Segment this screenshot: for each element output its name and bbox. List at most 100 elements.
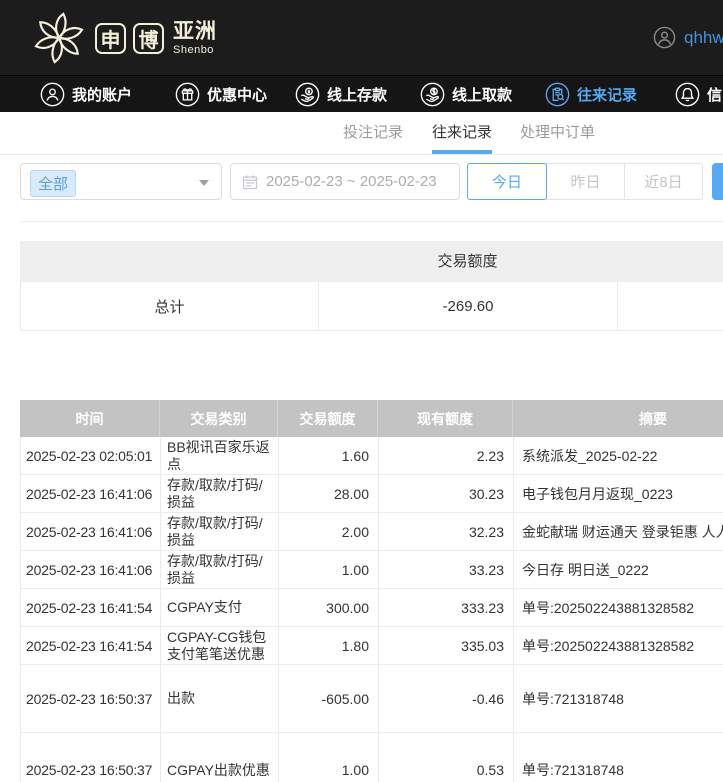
nav-label: 优惠中心: [207, 84, 267, 105]
table-row: 2025-02-23 16:50:37 CGPAY出款优惠 1.00 0.53 …: [20, 733, 723, 782]
cell-time: 2025-02-23 16:41:06: [21, 551, 161, 589]
cell-amount: 1.80: [279, 627, 379, 665]
date-range-input[interactable]: 2025-02-23 ~ 2025-02-23: [230, 163, 460, 200]
user-account[interactable]: qhhw: [653, 0, 723, 75]
active-tab-underline: [432, 150, 492, 154]
table-row: 2025-02-23 16:41:06 存款/取款/打码/损益 2.00 32.…: [20, 513, 723, 551]
type-select-value: 全部: [30, 170, 76, 197]
chevron-down-icon: [199, 180, 209, 186]
cell-amount: 1.60: [279, 437, 379, 475]
cell-type: CGPAY支付: [161, 589, 279, 627]
bell-icon: [675, 82, 700, 107]
nav-item-my-account[interactable]: 我的账户: [40, 76, 132, 113]
deposit-icon: [295, 82, 320, 107]
cell-type: 存款/取款/打码/损益: [161, 551, 279, 589]
table-row: 2025-02-23 16:41:54 CGPAY支付 300.00 333.2…: [20, 589, 723, 627]
page: 申 博 亚洲 Shenbo qhhw 我的账户: [0, 0, 723, 782]
today-button[interactable]: 今日: [467, 163, 547, 200]
cell-type: 存款/取款/打码/损益: [161, 475, 279, 513]
cell-note: 今日存 明日送_0222: [514, 551, 723, 589]
nav-label: 往来记录: [577, 84, 637, 105]
table-row: 2025-02-23 02:05:01 BB视讯百家乐返点 1.60 2.23 …: [20, 437, 723, 475]
logo-char-shen: 申: [95, 23, 126, 54]
cell-balance: 30.23: [379, 475, 514, 513]
tab-pending-orders[interactable]: 处理中订单: [520, 112, 595, 154]
cell-note: 单号:721318748: [514, 665, 723, 733]
records-icon: [545, 82, 570, 107]
table-row: 2025-02-23 16:41:54 CGPAY-CG钱包支付笔笔送优惠 1.…: [20, 627, 723, 665]
table-row: 2025-02-23 16:41:06 存款/取款/打码/损益 1.00 33.…: [20, 551, 723, 589]
nav-item-deposit[interactable]: 线上存款: [295, 76, 387, 113]
cell-amount: 300.00: [279, 589, 379, 627]
table-row: 2025-02-23 16:50:37 出款 -605.00 -0.46 单号:…: [20, 665, 723, 733]
record-tabs: 投注记录 往来记录 处理中订单: [0, 112, 723, 155]
cell-type: 存款/取款/打码/损益: [161, 513, 279, 551]
cell-amount: 28.00: [279, 475, 379, 513]
brand-logo[interactable]: 申 博 亚洲 Shenbo: [30, 9, 217, 67]
avatar-icon: [653, 26, 676, 49]
tab-betting-records[interactable]: 投注记录: [343, 112, 403, 154]
logo-subtitle: Shenbo: [173, 45, 217, 56]
cell-note: 单号:202502243881328582: [514, 627, 723, 665]
gift-icon: [175, 82, 200, 107]
flower-logo-icon: [30, 9, 88, 67]
nav-label: 我的账户: [72, 84, 132, 105]
nav-item-promotions[interactable]: 优惠中心: [175, 76, 267, 113]
cell-type: CGPAY-CG钱包支付笔笔送优惠: [161, 627, 279, 665]
cell-amount: -605.00: [279, 665, 379, 733]
nav-label: 信: [707, 84, 722, 105]
tab-transaction-records[interactable]: 往来记录: [432, 112, 492, 154]
cell-balance: 333.23: [379, 589, 514, 627]
cell-balance: 335.03: [379, 627, 514, 665]
cell-time: 2025-02-23 16:41:54: [21, 589, 161, 627]
cell-balance: 33.23: [379, 551, 514, 589]
transactions-table: 时间 交易类别 交易额度 现有额度 摘要 2025-02-23 02:05:01…: [20, 400, 723, 782]
cell-amount: 2.00: [279, 513, 379, 551]
cell-note: 电子钱包月月返现_0223: [514, 475, 723, 513]
search-button[interactable]: [712, 163, 723, 200]
cell-time: 2025-02-23 16:50:37: [21, 733, 161, 782]
nav-item-messages[interactable]: 信: [675, 76, 722, 113]
cell-type: CGPAY出款优惠: [161, 733, 279, 782]
cell-balance: 0.53: [379, 733, 514, 782]
cell-note: 单号:202502243881328582: [514, 589, 723, 627]
summary-total-label: 总计: [21, 282, 319, 330]
col-header-amount: 交易额度: [278, 400, 378, 437]
cell-time: 2025-02-23 16:41:06: [21, 475, 161, 513]
cell-amount: 1.00: [279, 733, 379, 782]
user-icon: [40, 82, 65, 107]
logo-char-bo: 博: [133, 23, 164, 54]
table-row: 2025-02-23 16:41:06 存款/取款/打码/损益 28.00 30…: [20, 475, 723, 513]
summary-table: 交易额度 总计 -269.60: [20, 241, 723, 331]
top-header: 申 博 亚洲 Shenbo qhhw: [0, 0, 723, 75]
summary-empty-cell: [618, 282, 723, 330]
cell-type: BB视讯百家乐返点: [161, 437, 279, 475]
col-header-balance: 现有额度: [378, 400, 513, 437]
col-header-note: 摘要: [513, 400, 723, 437]
summary-amount-header: 交易额度: [318, 241, 617, 282]
section-divider: [20, 221, 723, 222]
type-select[interactable]: 全部: [20, 163, 222, 200]
nav-item-withdraw[interactable]: 线上取款: [420, 76, 512, 113]
logo-region-text: 亚洲: [173, 21, 217, 42]
withdraw-icon: [420, 82, 445, 107]
last-8-days-button[interactable]: 近8日: [624, 163, 703, 200]
cell-balance: -0.46: [379, 665, 514, 733]
cell-time: 2025-02-23 16:41:06: [21, 513, 161, 551]
main-nav: 我的账户 优惠中心 线上存款: [0, 75, 723, 112]
nav-item-transaction-records[interactable]: 往来记录: [545, 76, 637, 113]
col-header-type: 交易类别: [160, 400, 278, 437]
date-range-value: 2025-02-23 ~ 2025-02-23: [266, 173, 437, 190]
col-header-time: 时间: [20, 400, 160, 437]
summary-header-row: 交易额度: [20, 241, 723, 282]
cell-note: 系统派发_2025-02-22: [514, 437, 723, 475]
summary-total-value: -269.60: [319, 282, 618, 330]
cell-time: 2025-02-23 16:50:37: [21, 665, 161, 733]
username[interactable]: qhhw: [684, 28, 723, 48]
cell-amount: 1.00: [279, 551, 379, 589]
cell-time: 2025-02-23 16:41:54: [21, 627, 161, 665]
cell-type: 出款: [161, 665, 279, 733]
cell-time: 2025-02-23 02:05:01: [21, 437, 161, 475]
yesterday-button[interactable]: 昨日: [546, 163, 625, 200]
cell-note: 单号:721318748: [514, 733, 723, 782]
